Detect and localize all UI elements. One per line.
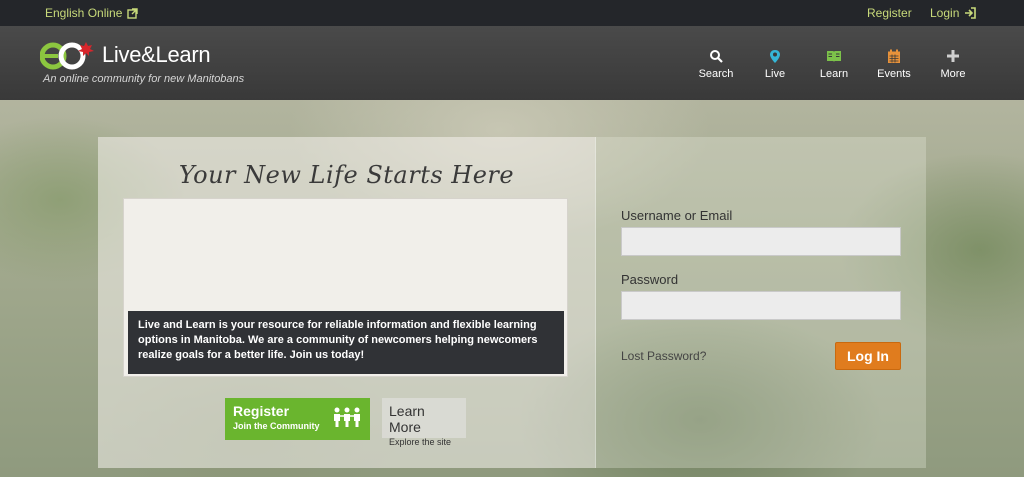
- hero-panel: Your New Life Starts Here Live and Learn…: [98, 137, 926, 468]
- intro-description: Live and Learn is your resource for reli…: [128, 311, 564, 374]
- external-link-icon: [127, 7, 139, 19]
- top-register-link[interactable]: Register: [867, 6, 912, 20]
- learn-more-subtitle: Explore the site: [389, 437, 452, 447]
- people-icon: [334, 407, 360, 427]
- hero-headline: Your New Life Starts Here: [178, 161, 515, 189]
- top-login-link[interactable]: Login: [930, 6, 977, 20]
- book-icon: [827, 50, 841, 62]
- nav-more-label: More: [940, 68, 966, 80]
- register-button[interactable]: Register Join the Community: [225, 398, 370, 440]
- site-logo[interactable]: Live&Learn: [40, 40, 211, 70]
- sign-in-icon: [965, 7, 977, 19]
- site-header: Live&Learn An online community for new M…: [0, 26, 1024, 100]
- top-login-label: Login: [930, 6, 960, 20]
- learn-more-button[interactable]: Learn More Explore the site: [382, 398, 466, 447]
- top-bar: English Online Register Login: [0, 0, 1024, 26]
- password-input[interactable]: [621, 291, 901, 320]
- password-label: Password: [621, 272, 679, 287]
- map-pin-icon: [770, 49, 780, 63]
- login-button[interactable]: Log In: [835, 342, 901, 370]
- plus-icon: [947, 50, 959, 62]
- learn-more-title: Learn More: [389, 403, 425, 435]
- tagline: An online community for new Manitobans: [43, 73, 245, 85]
- intro-section: Your New Life Starts Here Live and Learn…: [98, 137, 595, 468]
- nav-search-label: Search: [698, 68, 734, 80]
- nav-live-label: Live: [764, 68, 786, 80]
- logo-text: Live&Learn: [102, 42, 211, 67]
- search-icon: [710, 50, 723, 63]
- eo-logo-icon: [40, 42, 94, 70]
- english-online-link[interactable]: English Online: [45, 6, 139, 20]
- username-input[interactable]: [621, 227, 901, 256]
- nav-learn-label: Learn: [819, 68, 849, 80]
- nav-search[interactable]: Search: [686, 46, 746, 80]
- nav-more[interactable]: More: [923, 46, 983, 80]
- calendar-icon: [888, 49, 900, 63]
- login-form: Username or Email Password Lost Password…: [595, 137, 926, 468]
- username-label: Username or Email: [621, 208, 733, 223]
- lost-password-link[interactable]: Lost Password?: [621, 349, 706, 363]
- nav-events-label: Events: [877, 68, 911, 80]
- nav-live[interactable]: Live: [745, 46, 805, 80]
- nav-learn[interactable]: Learn: [804, 46, 864, 80]
- nav-events[interactable]: Events: [864, 46, 924, 80]
- english-online-label: English Online: [45, 6, 123, 20]
